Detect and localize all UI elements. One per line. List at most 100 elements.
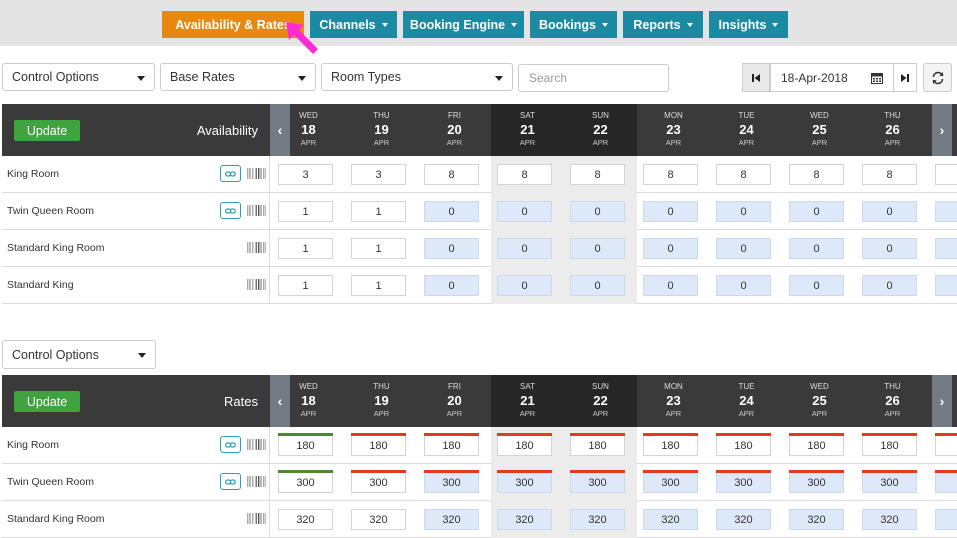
rates-value-cell[interactable]: 180 [497, 433, 552, 456]
availability-value-cell[interactable]: 1 [278, 275, 333, 296]
availability-value-cell[interactable]: 0 [789, 238, 844, 259]
rates-value-cell[interactable]: 320 [351, 509, 406, 530]
availability-value-cell[interactable]: 1 [351, 238, 406, 259]
overflow-cell[interactable] [935, 164, 957, 185]
availability-value-cell[interactable]: 3 [278, 164, 333, 185]
availability-value-cell[interactable]: 1 [278, 238, 333, 259]
overflow-cell[interactable] [935, 238, 957, 259]
barcode-icon[interactable] [247, 279, 267, 290]
control-options-select[interactable]: Control Options [2, 63, 155, 91]
rates-value-cell[interactable]: 300 [351, 470, 406, 493]
rates-value-cell[interactable]: 180 [424, 433, 479, 456]
availability-value-cell[interactable]: 8 [570, 164, 625, 185]
link-rates-button[interactable] [220, 202, 241, 219]
availability-value-cell[interactable]: 0 [716, 201, 771, 222]
availability-value-cell[interactable]: 0 [789, 275, 844, 296]
rates-value-cell[interactable]: 320 [789, 509, 844, 530]
tab-bookings[interactable]: Bookings [530, 11, 617, 38]
rates-value-cell[interactable]: 300 [278, 470, 333, 493]
availability-value-cell[interactable]: 0 [424, 238, 479, 259]
rates-value-cell[interactable]: 320 [424, 509, 479, 530]
barcode-icon[interactable] [247, 242, 267, 253]
rate-plan-select[interactable]: Base Rates [160, 63, 316, 91]
availability-value-cell[interactable]: 0 [716, 238, 771, 259]
refresh-button[interactable] [923, 63, 952, 92]
availability-value-cell[interactable]: 3 [351, 164, 406, 185]
availability-value-cell[interactable]: 0 [424, 275, 479, 296]
rates-control-options-select[interactable]: Control Options [2, 340, 156, 369]
availability-value-cell[interactable]: 0 [643, 275, 698, 296]
rates-value-cell[interactable]: 300 [643, 470, 698, 493]
overflow-cell[interactable] [935, 201, 957, 222]
tab-booking-engine[interactable]: Booking Engine [403, 11, 524, 38]
availability-value-cell[interactable]: 8 [789, 164, 844, 185]
calendar-icon[interactable] [871, 72, 883, 84]
rates-value-cell[interactable]: 300 [424, 470, 479, 493]
availability-value-cell[interactable]: 0 [570, 238, 625, 259]
last-date-button[interactable] [893, 63, 917, 92]
rates-value-cell[interactable]: 300 [716, 470, 771, 493]
rates-value-cell[interactable]: 320 [570, 509, 625, 530]
availability-value-cell[interactable]: 8 [716, 164, 771, 185]
rates-value-cell[interactable]: 300 [862, 470, 917, 493]
availability-value-cell[interactable]: 0 [862, 275, 917, 296]
availability-value-cell[interactable]: 0 [497, 201, 552, 222]
overflow-cell[interactable] [935, 470, 957, 493]
room-types-select[interactable]: Room Types [321, 63, 513, 91]
availability-value-cell[interactable]: 0 [497, 275, 552, 296]
barcode-icon[interactable] [247, 168, 267, 179]
availability-value-cell[interactable]: 8 [424, 164, 479, 185]
overflow-cell[interactable] [935, 509, 957, 530]
rates-value-cell[interactable]: 180 [351, 433, 406, 456]
availability-value-cell[interactable]: 0 [570, 201, 625, 222]
rates-value-cell[interactable]: 180 [789, 433, 844, 456]
availability-value-cell[interactable]: 8 [862, 164, 917, 185]
rates-value-cell[interactable]: 180 [643, 433, 698, 456]
availability-value-cell[interactable]: 0 [570, 275, 625, 296]
availability-value-cell[interactable]: 1 [278, 201, 333, 222]
rates-value-cell[interactable]: 300 [570, 470, 625, 493]
availability-value-cell[interactable]: 8 [497, 164, 552, 185]
availability-value-cell[interactable]: 0 [862, 201, 917, 222]
rates-value-cell[interactable]: 180 [278, 433, 333, 456]
rates-value-cell[interactable]: 180 [716, 433, 771, 456]
rates-value-cell[interactable]: 180 [862, 433, 917, 456]
next-dates-button[interactable]: › [932, 375, 952, 427]
availability-update-button[interactable]: Update [14, 120, 80, 141]
barcode-icon[interactable] [247, 513, 267, 524]
rates-value-cell[interactable]: 180 [570, 433, 625, 456]
barcode-icon[interactable] [247, 439, 267, 450]
search-input[interactable]: Search [518, 64, 669, 92]
overflow-cell[interactable] [935, 433, 957, 456]
first-date-button[interactable] [742, 63, 770, 92]
availability-value-cell[interactable]: 0 [424, 201, 479, 222]
availability-value-cell[interactable]: 0 [716, 275, 771, 296]
rates-update-button[interactable]: Update [14, 391, 80, 412]
availability-value-cell[interactable]: 0 [862, 238, 917, 259]
availability-value-cell[interactable]: 0 [643, 201, 698, 222]
tab-availability-rates[interactable]: Availability & Rates [162, 11, 304, 38]
overflow-cell[interactable] [935, 275, 957, 296]
availability-value-cell[interactable]: 0 [789, 201, 844, 222]
barcode-icon[interactable] [247, 476, 267, 487]
rates-value-cell[interactable]: 320 [862, 509, 917, 530]
link-rates-button[interactable] [220, 473, 241, 490]
barcode-icon[interactable] [247, 205, 267, 216]
rates-value-cell[interactable]: 300 [497, 470, 552, 493]
availability-value-cell[interactable]: 8 [643, 164, 698, 185]
rates-value-cell[interactable]: 320 [643, 509, 698, 530]
link-rates-button[interactable] [220, 436, 241, 453]
rates-value-cell[interactable]: 320 [716, 509, 771, 530]
rates-value-cell[interactable]: 320 [497, 509, 552, 530]
next-dates-button[interactable]: › [932, 104, 952, 156]
availability-value-cell[interactable]: 0 [643, 238, 698, 259]
availability-value-cell[interactable]: 0 [497, 238, 552, 259]
rates-value-cell[interactable]: 320 [278, 509, 333, 530]
tab-insights[interactable]: Insights [709, 11, 788, 38]
tab-reports[interactable]: Reports [623, 11, 703, 38]
rates-value-cell[interactable]: 300 [789, 470, 844, 493]
availability-value-cell[interactable]: 1 [351, 275, 406, 296]
availability-value-cell[interactable]: 1 [351, 201, 406, 222]
link-rates-button[interactable] [220, 165, 241, 182]
date-field[interactable]: 18-Apr-2018 [770, 63, 894, 92]
